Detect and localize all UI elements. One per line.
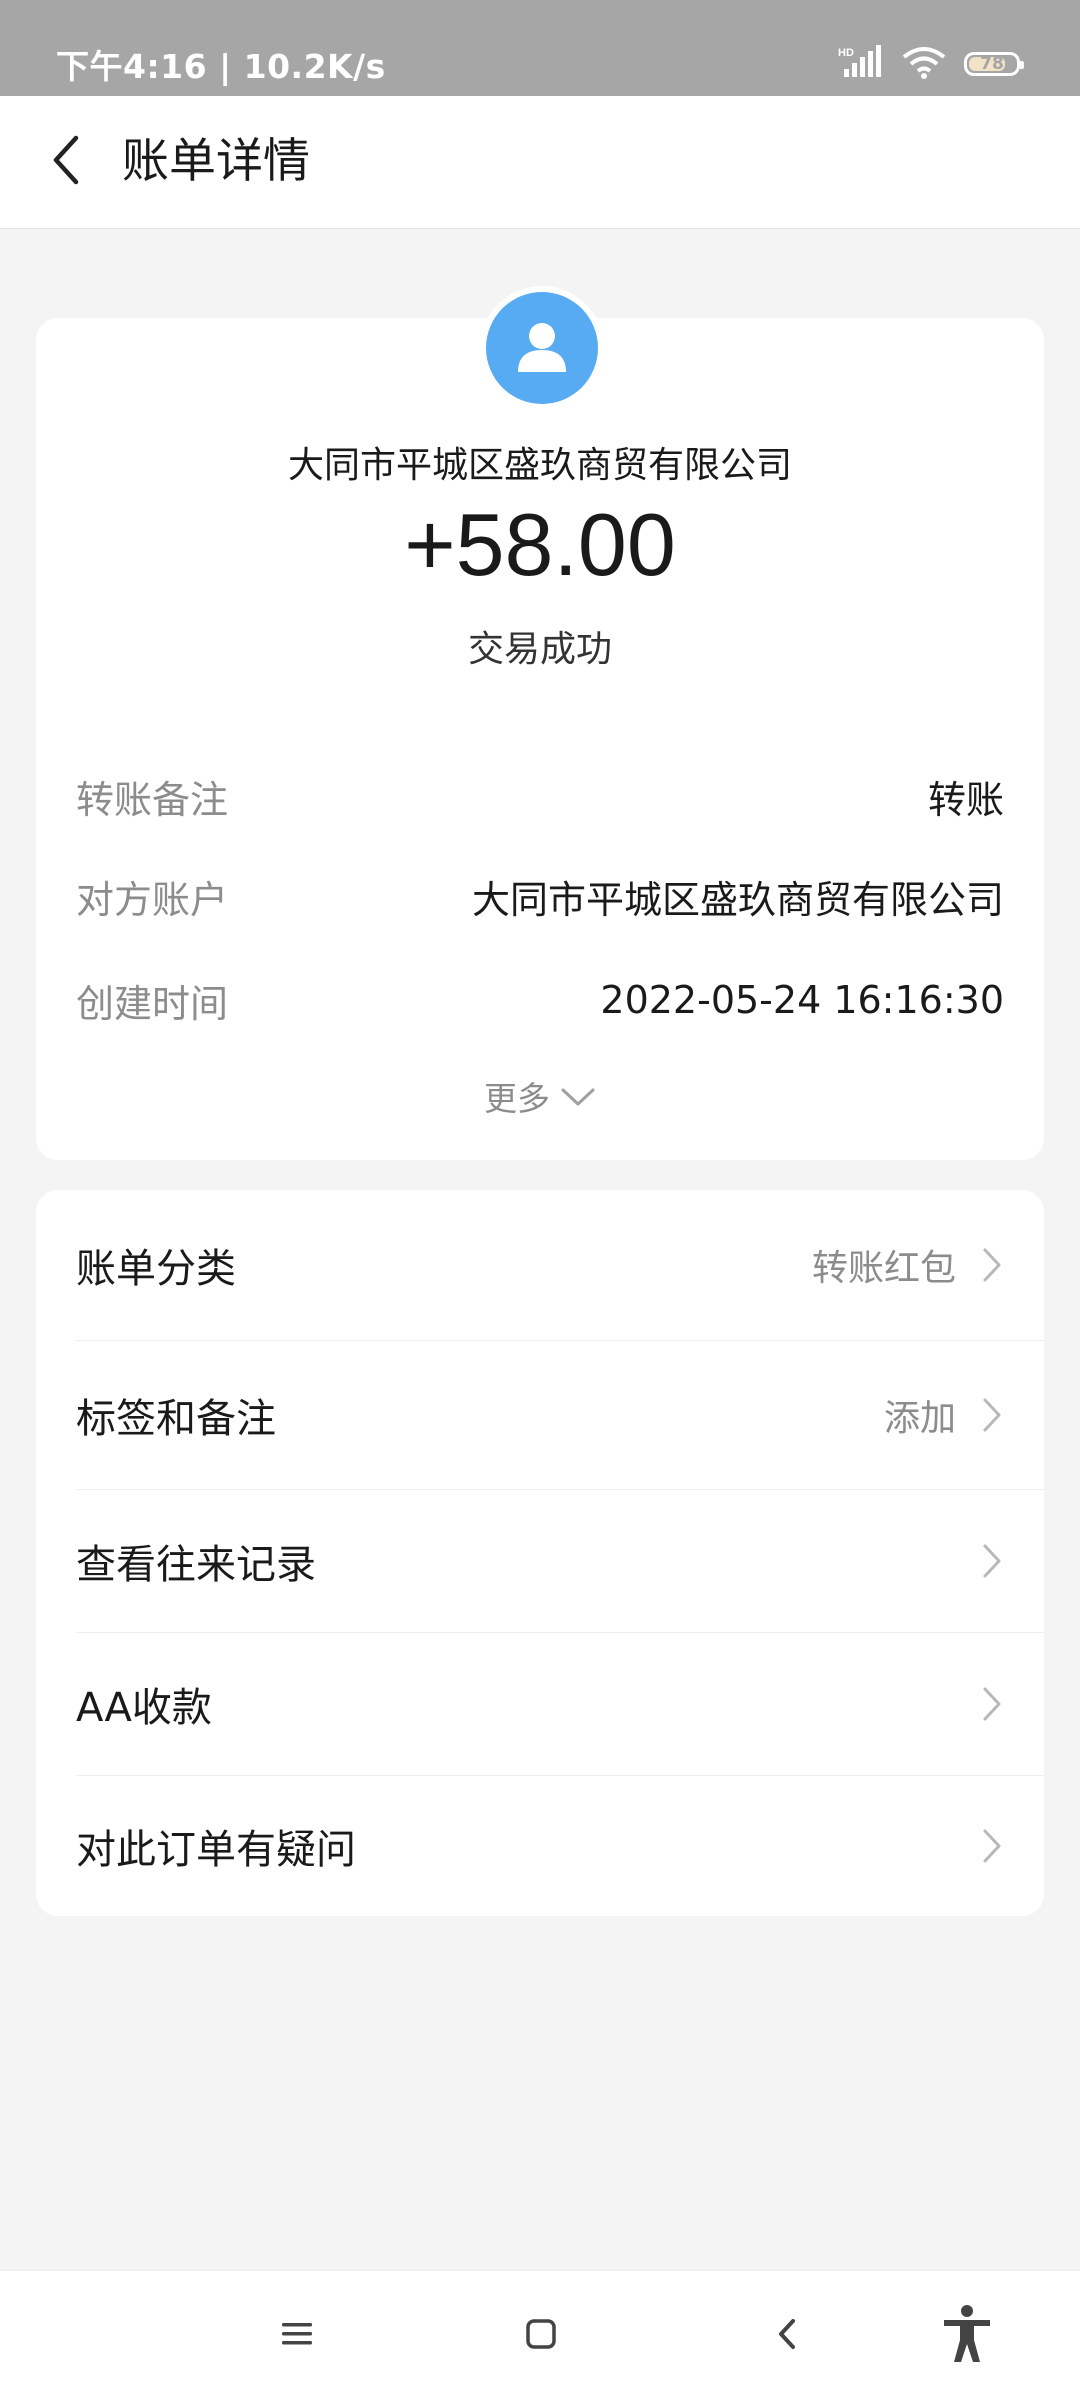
chevron-right-icon [978,1245,1006,1285]
accessibility-button[interactable] [922,2291,1012,2381]
home-button[interactable] [496,2291,586,2381]
detail-label: 对方账户 [76,877,229,922]
action-label: AA收款 [76,1685,212,1731]
more-toggle[interactable]: 更多 [0,1072,1080,1120]
action-value: 转账红包 [811,1248,956,1289]
detail-row-created-time: 创建时间 2022-05-24 16:16:30 [76,970,1004,1030]
merchant-name: 大同市平城区盛玖商贸有限公司 [287,445,792,486]
detail-value: 2022-05-24 16:16:30 [600,978,1004,1022]
back-nav-button[interactable] [742,2291,832,2381]
detail-row-account: 对方账户 大同市平城区盛玖商贸有限公司 [76,866,1004,926]
back-icon [776,2317,798,2355]
svg-text:HD: HD [838,47,854,59]
action-row-order-question[interactable]: 对此订单有疑问 [36,1776,1044,1916]
action-label: 查看往来记录 [76,1542,316,1588]
back-button[interactable] [30,126,102,198]
menu-icon [280,2320,314,2352]
action-label: 对此订单有疑问 [76,1827,356,1873]
detail-row-remark: 转账备注 转账 [76,766,1004,826]
chevron-down-icon [560,1077,596,1116]
action-row-aa-collect[interactable]: AA收款 [36,1633,1044,1775]
battery-icon: 78 [964,52,1024,76]
header-bar: 账单详情 [0,96,1080,229]
battery-level: 78 [980,54,1004,74]
transaction-amount: +58.00 [404,495,676,594]
chevron-left-icon [46,132,86,192]
status-time-speed: 下午4:16 | 10.2K/s [56,47,386,86]
more-label: 更多 [484,1079,550,1118]
battery-cap [1020,61,1024,69]
user-icon [510,314,574,382]
detail-value: 大同市平城区盛玖商贸有限公司 [471,877,1004,922]
action-row-history[interactable]: 查看往来记录 [36,1490,1044,1632]
action-label: 账单分类 [76,1246,236,1292]
wifi-icon [902,45,946,83]
status-icons: HD 78 [838,44,1024,84]
page-title: 账单详情 [122,134,310,189]
detail-value: 转账 [927,777,1004,822]
detail-label: 创建时间 [76,981,229,1026]
system-nav-bar [0,2270,1080,2401]
accessibility-icon [940,2304,994,2368]
actions-card: 账单分类 转账红包 标签和备注 添加 查看往来记录 AA收款 对此订单有疑问 [36,1190,1044,1916]
action-row-bill-category[interactable]: 账单分类 转账红包 [36,1190,1044,1340]
chevron-right-icon [978,1826,1006,1866]
hd-signal-icon: HD [838,45,884,83]
action-label: 标签和备注 [76,1396,276,1442]
menu-button[interactable] [252,2291,342,2381]
chevron-right-icon [978,1395,1006,1435]
status-bar: 下午4:16 | 10.2K/s HD 78 [0,0,1080,96]
chevron-right-icon [978,1541,1006,1581]
action-row-tags-notes[interactable]: 标签和备注 添加 [36,1341,1044,1489]
detail-label: 转账备注 [76,777,229,822]
transaction-status: 交易成功 [467,629,612,670]
action-value: 添加 [883,1398,956,1439]
chevron-right-icon [978,1684,1006,1724]
home-icon [525,2318,557,2354]
avatar[interactable] [486,292,598,404]
